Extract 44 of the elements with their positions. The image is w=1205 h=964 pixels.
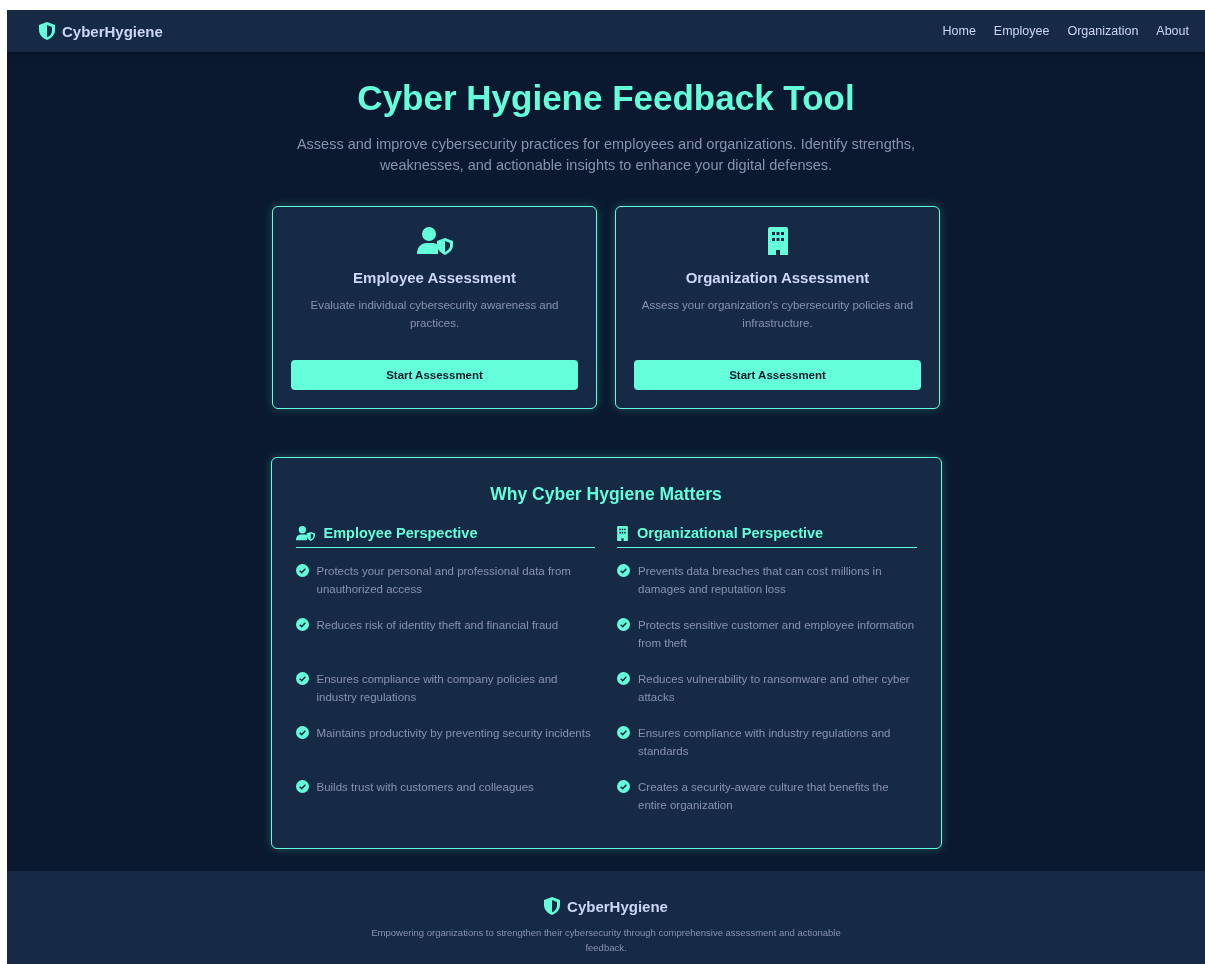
benefit-text: Protects your personal and professional data from unauthorized access [316, 564, 572, 597]
benefit-text: Maintains productivity by preventing security incidents [316, 726, 591, 741]
card-description: Assess your organization's cybersecurity policies and infrastructure. [640, 298, 915, 331]
card-title: Employee Assessment [353, 269, 516, 286]
nav-link[interactable]: Organization [1067, 24, 1139, 38]
check-circle-icon [617, 564, 630, 577]
nav-link[interactable]: Employee [993, 24, 1050, 38]
section-title: Why Cyber Hygiene Matters [489, 484, 723, 505]
check-circle-icon [295, 618, 309, 631]
brand-name[interactable]: CyberHygiene [62, 22, 163, 40]
column-heading: Employee Perspective [323, 525, 478, 541]
user-shield-icon [416, 227, 453, 255]
footer-text: Empowering organizations to strengthen their cybersecurity through comprehensive assessment and actionable feedback. [370, 926, 842, 955]
page-subtitle: Assess and improve cybersecurity practices for employees and organizations. Identify strengths, weaknesses, and actionable insights to enhance your digital defenses. [295, 135, 917, 175]
check-circle-icon [617, 618, 630, 631]
building-icon [767, 227, 788, 255]
check-circle-icon [295, 564, 309, 577]
benefit-text: Reduces vulnerability to ransomware and other cyber attacks [638, 672, 911, 705]
benefit-text: Prevents data breaches that can cost millions in damages and reputation loss [638, 564, 883, 597]
benefit-text: Ensures compliance with industry regulations and standards [638, 726, 892, 759]
shield-icon [39, 22, 55, 40]
check-circle-icon [295, 672, 309, 685]
building-icon [617, 525, 628, 541]
footer-brand: CyberHygiene [567, 897, 668, 915]
start-assessment-button[interactable]: Start Assessment [634, 360, 921, 390]
shield-icon [544, 897, 561, 915]
check-circle-icon [295, 780, 309, 793]
benefit-text: Ensures compliance with company policies and industry regulations [316, 672, 559, 705]
user-shield-icon [295, 525, 315, 541]
column-heading: Organizational Perspective [637, 525, 824, 541]
benefit-text: Protects sensitive customer and employee information from theft [638, 618, 916, 651]
nav-link[interactable]: About [1156, 24, 1189, 38]
check-circle-icon [617, 780, 630, 793]
check-circle-icon [617, 726, 630, 739]
benefit-text: Builds trust with customers and colleagues [316, 780, 534, 795]
start-assessment-button[interactable]: Start Assessment [291, 360, 578, 390]
benefit-text: Creates a security-aware culture that benefits the entire organization [638, 780, 890, 813]
nav-link[interactable]: Home [942, 24, 976, 38]
benefit-text: Reduces risk of identity theft and financial fraud [316, 618, 559, 633]
check-circle-icon [295, 726, 309, 739]
card-description: Evaluate individual cybersecurity awareness and practices. [309, 298, 560, 331]
page-title: Cyber Hygiene Feedback Tool [357, 78, 855, 118]
check-circle-icon [617, 672, 630, 685]
card-title: Organization Assessment [685, 269, 870, 286]
